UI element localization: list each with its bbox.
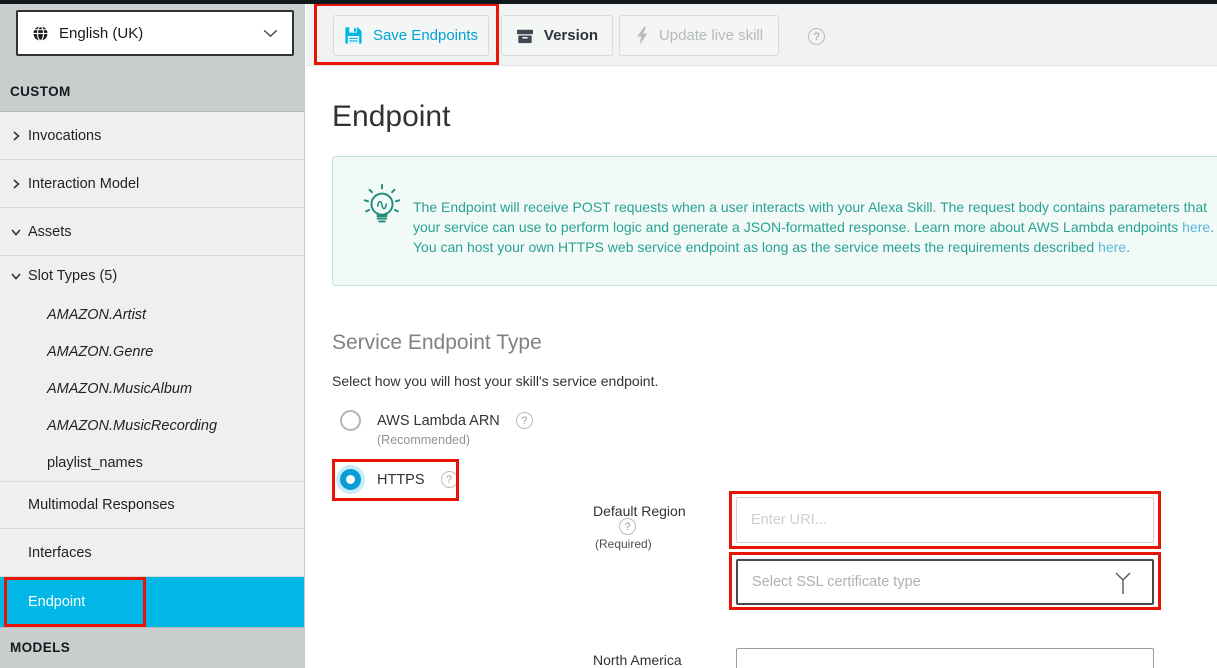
slot-type-amazon-artist[interactable]: AMAZON.Artist (0, 296, 304, 333)
chevron-down-icon (10, 226, 28, 238)
sidebar: English (UK) CUSTOM Invocations Interact… (0, 4, 305, 668)
slot-type-playlist-names[interactable]: playlist_names (0, 444, 304, 481)
version-archive-icon (516, 28, 534, 44)
recommended-note: (Recommended) (377, 433, 470, 447)
version-button[interactable]: Version (501, 15, 613, 56)
sidebar-top-band: English (UK) CUSTOM (0, 4, 304, 112)
sidebar-item-invocations[interactable]: Invocations (0, 112, 304, 160)
sidebar-item-endpoint[interactable]: Endpoint (0, 577, 304, 627)
sidebar-item-interaction-model[interactable]: Interaction Model (0, 160, 304, 208)
chevron-right-icon (10, 178, 28, 190)
update-live-skill-label: Update live skill (659, 27, 763, 44)
radio-https[interactable]: HTTPS ? (340, 469, 458, 490)
default-region-uri-input[interactable] (736, 497, 1154, 543)
radio-unselected-icon[interactable] (340, 410, 361, 431)
info-callout: The Endpoint will receive POST requests … (332, 156, 1217, 286)
save-icon (344, 26, 363, 45)
service-endpoint-type-title: Service Endpoint Type (332, 331, 542, 355)
slot-type-amazon-musicrecording[interactable]: AMAZON.MusicRecording (0, 407, 304, 444)
lambda-help-icon[interactable]: ? (516, 412, 533, 429)
lightbulb-icon (359, 181, 405, 240)
north-america-uri-input[interactable] (736, 648, 1154, 668)
https-help-icon[interactable]: ? (441, 471, 458, 488)
sidebar-item-assets[interactable]: Assets (0, 208, 304, 256)
radio-aws-lambda-arn[interactable]: AWS Lambda ARN ? (340, 410, 533, 431)
north-america-label: North America (593, 652, 682, 668)
lambda-endpoints-here-link[interactable]: here (1182, 219, 1210, 235)
chevron-right-icon (10, 130, 28, 142)
sidebar-nav: Invocations Interaction Model Assets Slo… (0, 112, 304, 668)
sidebar-item-interfaces[interactable]: Interfaces (0, 529, 304, 577)
lightning-bolt-icon (635, 26, 649, 45)
top-black-bar (0, 0, 1217, 4)
radio-selected-icon[interactable] (340, 469, 361, 490)
ssl-select-placeholder: Select SSL certificate type (752, 574, 1114, 590)
https-label: HTTPS (377, 472, 425, 488)
slot-type-amazon-musicalbum[interactable]: AMAZON.MusicAlbum (0, 370, 304, 407)
https-requirements-here-link[interactable]: here (1098, 239, 1126, 255)
default-region-label: Default Region (593, 503, 686, 519)
aws-lambda-arn-label: AWS Lambda ARN (377, 413, 500, 429)
save-endpoints-label: Save Endpoints (373, 27, 478, 44)
info-text: The Endpoint will receive POST requests … (413, 197, 1217, 257)
globe-icon (32, 25, 49, 42)
version-label: Version (544, 27, 598, 44)
toolbar: Save Endpoints Version Update live skill… (306, 4, 1217, 66)
sidebar-section-custom: CUSTOM (10, 84, 71, 99)
default-region-help-icon[interactable]: ? (619, 518, 636, 535)
sidebar-section-models: MODELS (10, 640, 70, 655)
sidebar-models-band: MODELS (0, 627, 304, 668)
ssl-certificate-select[interactable]: Select SSL certificate type (736, 559, 1154, 605)
page-title: Endpoint (332, 100, 450, 134)
help-icon[interactable]: ? (808, 28, 825, 45)
required-note: (Required) (595, 537, 652, 551)
slot-type-amazon-genre[interactable]: AMAZON.Genre (0, 333, 304, 370)
alexa-console-screen: English (UK) CUSTOM Invocations Interact… (0, 0, 1217, 668)
select-caret-icon (1114, 569, 1132, 595)
chevron-down-icon (10, 270, 28, 282)
language-label: English (UK) (59, 25, 263, 42)
language-selector[interactable]: English (UK) (16, 10, 294, 56)
update-live-skill-button: Update live skill (619, 15, 779, 56)
sidebar-item-multimodal-responses[interactable]: Multimodal Responses (0, 481, 304, 529)
sidebar-item-slot-types[interactable]: Slot Types (5) (0, 256, 304, 296)
chevron-down-icon (263, 29, 278, 38)
save-endpoints-button[interactable]: Save Endpoints (333, 15, 489, 56)
service-endpoint-type-description: Select how you will host your skill's se… (332, 373, 658, 389)
